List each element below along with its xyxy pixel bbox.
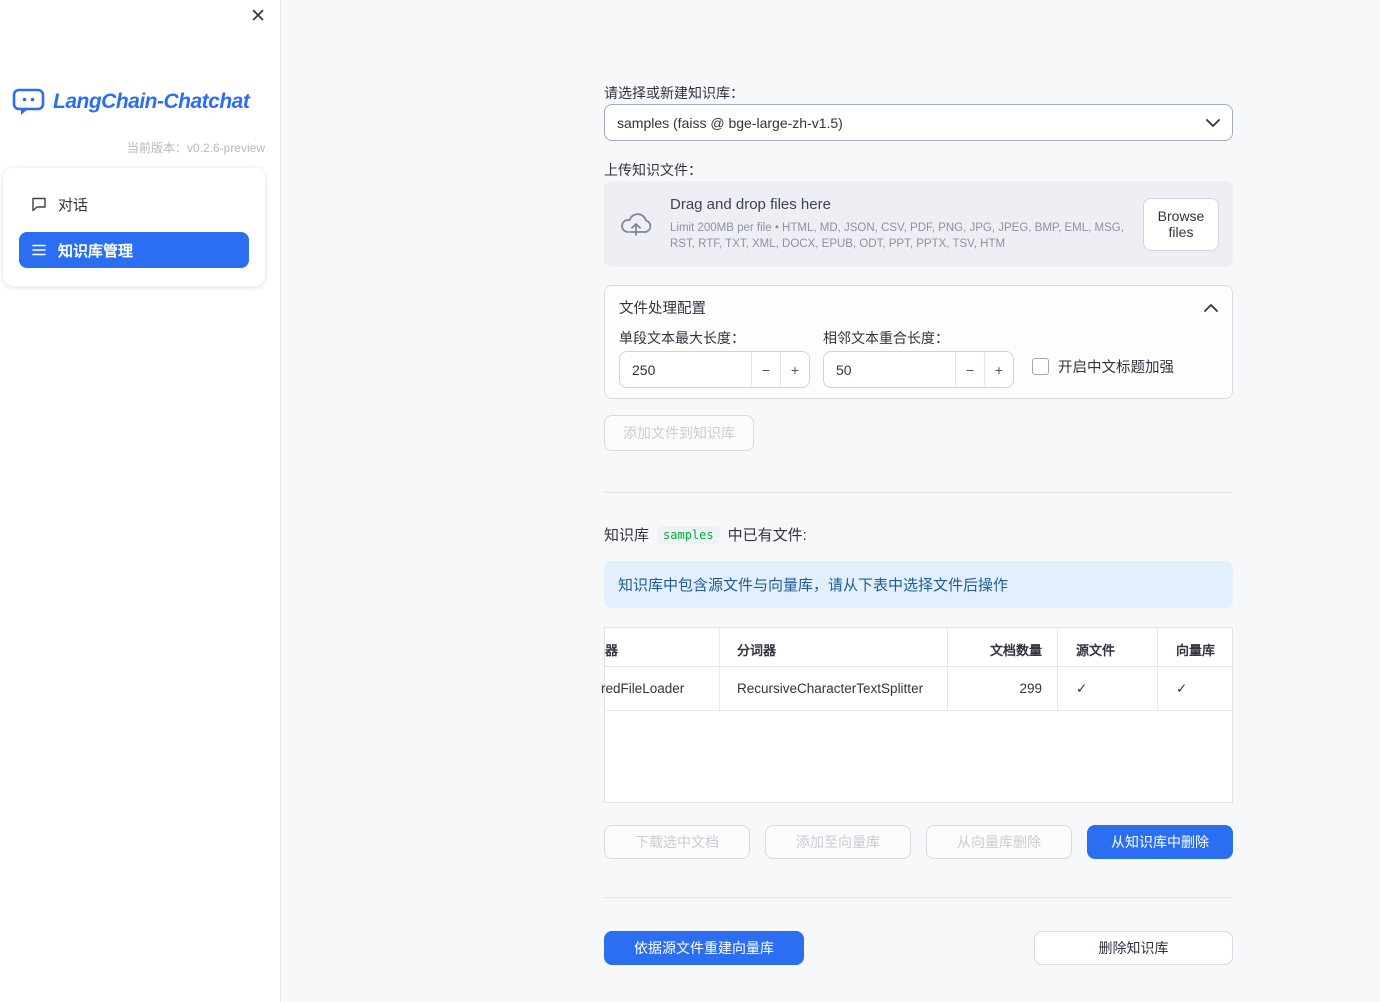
sidebar-item-label: 知识库管理 [58,242,134,260]
chevron-up-icon [1204,303,1218,312]
kb-select-value: samples (faiss @ bge-large-zh-v1.5) [617,114,843,131]
sidebar-item-kb-management[interactable]: 知识库管理 [19,232,249,268]
delete-from-vector-store-button[interactable]: 从向量库删除 [926,825,1072,859]
column-divider [1157,628,1158,711]
sidebar-close-icon[interactable]: ✕ [250,6,266,28]
uploader-label: 上传知识文件： [604,162,702,178]
table-header-splitter: 分词器 [737,643,777,658]
browse-files-button[interactable]: Browse files [1143,197,1219,251]
kb-files-suffix: 中已有文件: [727,527,807,544]
kb-files-table[interactable]: 器 分词器 文档数量 源文件 向量库 redFileLoader Recursi… [601,627,1233,803]
delete-kb-button[interactable]: 删除知识库 [1034,931,1233,965]
uploader-drag-text: Drag and drop files here [670,195,831,213]
sidebar: ✕ LangChain-Chatchat 当前版本：v0.2.6-preview [0,0,280,1002]
overlap-size-value[interactable]: 50 [824,352,955,387]
app-logo: LangChain-Chatchat [12,87,250,116]
kb-stack-icon [31,242,47,258]
overlap-size-increment-button[interactable]: + [984,352,1013,387]
cloud-upload-icon [618,211,654,238]
table-header-doc-count: 文档数量 [989,643,1042,658]
cell-vector-check: ✓ [1176,681,1188,696]
table-header-vector: 向量库 [1176,643,1216,658]
chunk-size-increment-button[interactable]: + [780,352,809,387]
overlap-size-label: 相邻文本重合长度： [823,330,949,346]
kb-name-code: samples [657,525,720,544]
overlap-size-decrement-button[interactable]: − [955,352,984,387]
main-content: 请选择或新建知识库： samples (faiss @ bge-large-zh… [601,0,1234,1002]
file-uploader-dropzone[interactable]: Drag and drop files here Limit 200MB per… [604,181,1233,267]
table-header-row: 器 分词器 文档数量 源文件 向量库 [605,628,1232,667]
file-config-title: 文件处理配置 [619,301,706,317]
column-divider [719,628,720,711]
column-divider [947,628,948,711]
file-config-expander: 文件处理配置 单段文本最大长度： 250 − + 相邻文本重合长度： 50 − … [604,285,1233,399]
checkbox-box[interactable] [1032,358,1049,375]
kb-select[interactable]: samples (faiss @ bge-large-zh-v1.5) [604,104,1233,141]
uploader-limit-text: Limit 200MB per file • HTML, MD, JSON, C… [670,221,1124,250]
version-label: 当前版本：v0.2.6-preview [126,141,265,155]
cell-source-check: ✓ [1076,681,1088,696]
download-selected-docs-button[interactable]: 下载选中文档 [604,825,750,859]
divider [604,492,1233,493]
logo-text: LangChain-Chatchat [53,89,250,113]
sidebar-item-dialogue[interactable]: 对话 [19,186,249,222]
checkbox-label: 开启中文标题加强 [1058,360,1174,376]
overlap-size-input: 50 − + [823,351,1014,388]
zh-title-enhance-checkbox[interactable]: 开启中文标题加强 [1032,356,1174,377]
divider [604,897,1233,898]
app-root: ✕ LangChain-Chatchat 当前版本：v0.2.6-preview [0,0,1380,1002]
chunk-size-input: 250 − + [619,351,810,388]
cell-doc-count: 299 [1019,681,1042,696]
table-header-source: 源文件 [1076,643,1116,658]
table-row[interactable]: redFileLoader RecursiveCharacterTextSpli… [601,667,1232,711]
add-to-vector-store-button[interactable]: 添加至向量库 [765,825,911,859]
chunk-size-value[interactable]: 250 [620,352,751,387]
kb-select-label: 请选择或新建知识库： [604,85,744,101]
chunk-size-label: 单段文本最大长度： [619,330,745,346]
kb-files-prefix: 知识库 [604,527,650,544]
delete-from-kb-button[interactable]: 从知识库中删除 [1087,825,1233,859]
table-header-loader: 器 [605,643,619,658]
rebuild-vector-store-button[interactable]: 依据源文件重建向量库 [604,931,804,965]
file-config-expander-header[interactable]: 文件处理配置 [605,286,1232,318]
sidebar-menu: 对话 知识库管理 [3,168,265,286]
kb-files-heading: 知识库 samples 中已有文件: [604,524,807,545]
sidebar-item-label: 对话 [58,196,89,214]
logo-chat-icon [12,87,46,116]
info-banner-text: 知识库中包含源文件与向量库，请从下表中选择文件后操作 [618,577,1009,594]
column-divider [1057,628,1058,711]
add-files-to-kb-button[interactable]: 添加文件到知识库 [604,415,754,451]
uploader-texts: Drag and drop files here Limit 200MB per… [670,196,1127,252]
cell-splitter: RecursiveCharacterTextSplitter [737,681,924,696]
chevron-down-icon [1206,118,1220,127]
chat-bubble-icon [31,196,47,212]
chunk-size-decrement-button[interactable]: − [751,352,780,387]
info-banner: 知识库中包含源文件与向量库，请从下表中选择文件后操作 [604,561,1233,608]
cell-loader: redFileLoader [601,681,685,696]
